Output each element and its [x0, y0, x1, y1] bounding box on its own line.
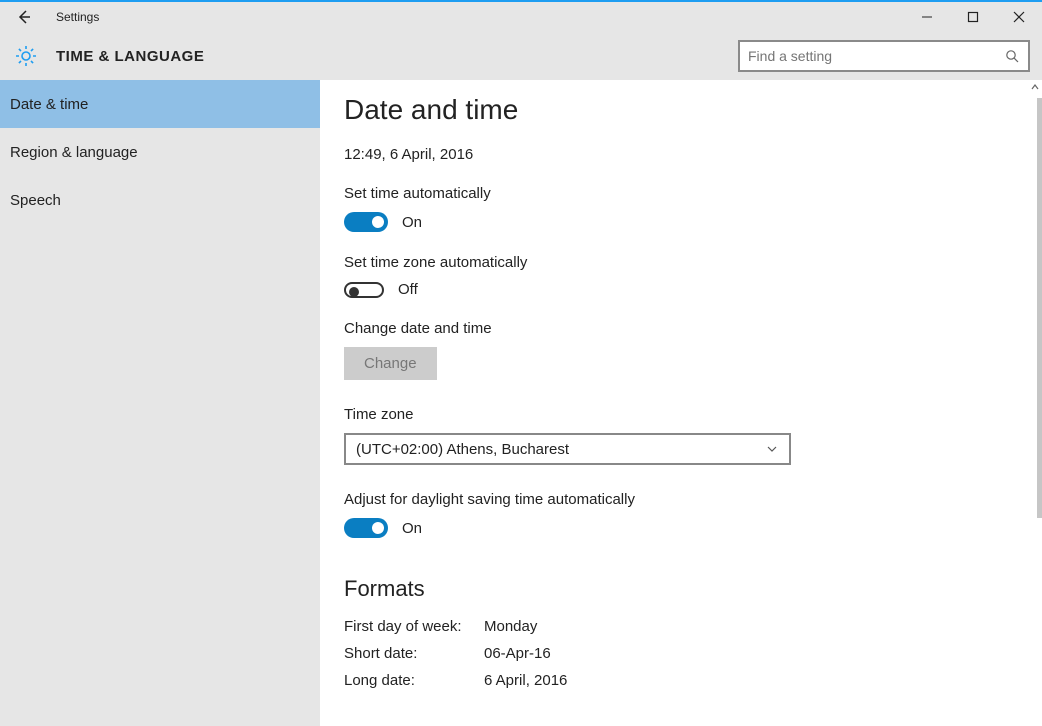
- formats-value: 06-Apr-16: [484, 645, 551, 662]
- set-time-auto-state: On: [402, 214, 422, 231]
- content-pane: Date and time 12:49, 6 April, 2016 Set t…: [320, 80, 1042, 726]
- dst-label: Adjust for daylight saving time automati…: [344, 491, 1018, 508]
- change-date-time-label: Change date and time: [344, 320, 1018, 337]
- set-time-auto-toggle[interactable]: [344, 212, 388, 232]
- set-tz-auto-label: Set time zone automatically: [344, 254, 1018, 271]
- set-time-auto-label: Set time automatically: [344, 185, 1018, 202]
- timezone-dropdown[interactable]: (UTC+02:00) Athens, Bucharest: [344, 433, 791, 465]
- formats-key: Short date:: [344, 645, 484, 662]
- close-button[interactable]: [996, 2, 1042, 32]
- scrollbar[interactable]: [1036, 80, 1042, 726]
- back-button[interactable]: [0, 2, 48, 32]
- formats-row: Short date: 06-Apr-16: [344, 645, 1018, 662]
- formats-heading: Formats: [344, 576, 1018, 602]
- formats-value: Monday: [484, 618, 537, 635]
- set-tz-auto-state: Off: [398, 281, 418, 298]
- timezone-value: (UTC+02:00) Athens, Bucharest: [356, 441, 569, 458]
- sidebar: Date & time Region & language Speech: [0, 80, 320, 726]
- search-input[interactable]: [748, 48, 1004, 64]
- change-button: Change: [344, 347, 437, 380]
- set-tz-auto-toggle[interactable]: [344, 282, 384, 298]
- timezone-label: Time zone: [344, 406, 1018, 423]
- search-box[interactable]: [738, 40, 1030, 72]
- chevron-up-icon: [1030, 82, 1040, 92]
- sidebar-item-speech[interactable]: Speech: [0, 176, 320, 224]
- formats-key: First day of week:: [344, 618, 484, 635]
- formats-value: 6 April, 2016: [484, 672, 567, 689]
- scroll-up-button[interactable]: [1028, 80, 1042, 94]
- window-title: Settings: [56, 10, 99, 24]
- page-title: Date and time: [344, 94, 1018, 126]
- arrow-left-icon: [16, 9, 32, 25]
- minimize-icon: [921, 11, 933, 23]
- maximize-button[interactable]: [950, 2, 996, 32]
- sidebar-item-date-time[interactable]: Date & time: [0, 80, 320, 128]
- dst-toggle[interactable]: [344, 518, 388, 538]
- scroll-thumb[interactable]: [1037, 98, 1042, 518]
- close-icon: [1013, 11, 1025, 23]
- formats-table: First day of week: Monday Short date: 06…: [344, 618, 1018, 689]
- sidebar-item-region-language[interactable]: Region & language: [0, 128, 320, 176]
- header-bar: TIME & LANGUAGE: [0, 32, 1042, 80]
- formats-row: Long date: 6 April, 2016: [344, 672, 1018, 689]
- formats-row: First day of week: Monday: [344, 618, 1018, 635]
- sidebar-item-label: Date & time: [10, 96, 88, 113]
- sidebar-item-label: Speech: [10, 192, 61, 209]
- maximize-icon: [967, 11, 979, 23]
- settings-gear-icon: [12, 42, 40, 70]
- current-datetime: 12:49, 6 April, 2016: [344, 146, 1018, 163]
- minimize-button[interactable]: [904, 2, 950, 32]
- sidebar-item-label: Region & language: [10, 144, 138, 161]
- section-title: TIME & LANGUAGE: [56, 48, 204, 65]
- titlebar: Settings: [0, 2, 1042, 32]
- formats-key: Long date:: [344, 672, 484, 689]
- chevron-down-icon: [765, 442, 779, 456]
- search-icon: [1004, 48, 1020, 64]
- dst-state: On: [402, 520, 422, 537]
